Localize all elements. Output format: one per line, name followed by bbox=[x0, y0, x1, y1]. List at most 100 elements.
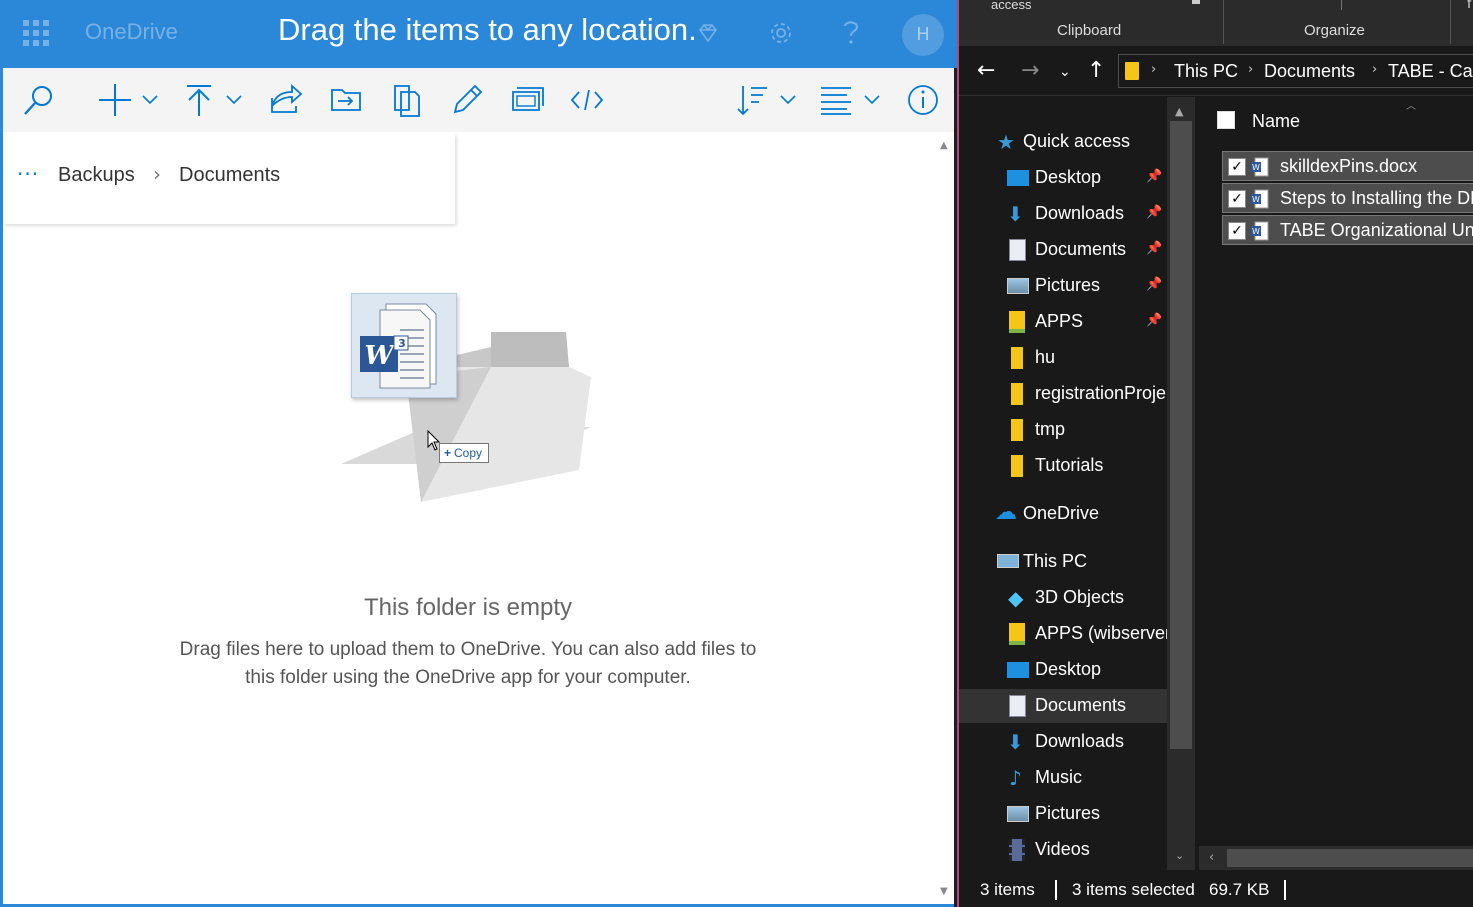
pin-icon[interactable]: 📌 bbox=[1146, 277, 1162, 292]
tree-item-music[interactable]: ♪ Music bbox=[959, 761, 1167, 795]
scroll-left-arrow[interactable]: ‹ bbox=[1209, 850, 1214, 865]
view-options-button[interactable] bbox=[819, 82, 885, 118]
embed-slideshow-button[interactable] bbox=[509, 82, 545, 118]
breadcrumb-chevron-icon: › bbox=[153, 162, 161, 186]
help-icon[interactable] bbox=[841, 18, 861, 46]
file-row[interactable]: ✓ W skilldexPins.docx bbox=[1222, 151, 1473, 181]
up-arrow-icon[interactable]: ↑ bbox=[1087, 58, 1105, 83]
scroll-up-arrow[interactable]: ▲ bbox=[940, 140, 948, 151]
status-divider bbox=[1055, 880, 1057, 900]
scroll-down-arrow[interactable]: ▼ bbox=[940, 886, 948, 897]
tree-item-downloads-pc[interactable]: ⬇ Downloads bbox=[959, 725, 1167, 759]
file-checkbox[interactable]: ✓ bbox=[1228, 190, 1246, 208]
address-separator-icon[interactable]: › bbox=[1248, 62, 1253, 77]
ribbon-dropdown-icon[interactable] bbox=[1192, 0, 1200, 4]
new-button[interactable] bbox=[97, 82, 163, 118]
app-launcher-icon[interactable] bbox=[23, 20, 49, 46]
document-icon bbox=[1009, 695, 1026, 717]
word-file-icon: W bbox=[1251, 157, 1269, 177]
info-button[interactable] bbox=[906, 82, 942, 118]
tree-item-desktop-pc[interactable]: Desktop bbox=[959, 653, 1167, 687]
tree-item-pictures-quick[interactable]: Pictures 📌 bbox=[959, 269, 1167, 303]
settings-gear-icon[interactable] bbox=[768, 20, 794, 46]
address-separator-icon[interactable]: › bbox=[1151, 62, 1156, 77]
file-checkbox[interactable]: ✓ bbox=[1228, 158, 1246, 176]
tree-label: Pictures bbox=[1035, 275, 1101, 295]
cloud-icon: ☁ bbox=[995, 500, 1017, 525]
tree-item-3d-objects[interactable]: ◆ 3D Objects bbox=[959, 581, 1167, 615]
file-row[interactable]: ✓ W Steps to Installing the DF bbox=[1222, 183, 1473, 213]
breadcrumb-overflow-button[interactable]: ··· bbox=[17, 162, 39, 186]
user-avatar[interactable]: H bbox=[902, 14, 944, 56]
address-bar[interactable]: › This PC › Documents › TABE - Care bbox=[1118, 54, 1473, 88]
copy-to-button[interactable] bbox=[389, 82, 425, 118]
address-crumb-this-pc[interactable]: This PC bbox=[1174, 61, 1238, 82]
tree-label: hu bbox=[1035, 347, 1056, 367]
pin-icon[interactable]: 📌 bbox=[1146, 313, 1162, 328]
premium-diamond-icon[interactable] bbox=[697, 22, 719, 44]
ribbon-truncated-label[interactable]: f bbox=[1467, 0, 1472, 12]
rename-button[interactable] bbox=[449, 82, 485, 118]
tree-item-downloads[interactable]: ⬇ Downloads 📌 bbox=[959, 197, 1167, 231]
file-name: skilldexPins.docx bbox=[1280, 156, 1418, 176]
tree-item-documents-quick[interactable]: Documents 📌 bbox=[959, 233, 1167, 267]
embed-slideshow-icon bbox=[512, 87, 544, 111]
upload-button[interactable] bbox=[183, 82, 249, 118]
tree-onedrive[interactable]: ☁ OneDrive bbox=[959, 497, 1167, 531]
tree-item-videos[interactable]: Videos bbox=[959, 833, 1167, 867]
onedrive-brand[interactable]: OneDrive bbox=[85, 19, 178, 45]
tree-item-apps[interactable]: APPS 📌 bbox=[959, 305, 1167, 339]
tree-item-registration[interactable]: registrationProje bbox=[959, 377, 1167, 411]
tree-item-desktop[interactable]: Desktop 📌 bbox=[959, 161, 1167, 195]
tree-label: tmp bbox=[1035, 419, 1066, 439]
file-row[interactable]: ✓ W TABE Organizational Unit bbox=[1222, 215, 1473, 245]
desktop-icon bbox=[1007, 662, 1029, 678]
drag-count-badge: 3 bbox=[398, 337, 406, 350]
word-file-icon: W bbox=[1251, 189, 1269, 209]
breadcrumb: ··· Backups › Documents bbox=[3, 134, 455, 224]
tree-item-apps-server[interactable]: APPS (wibserver2 bbox=[959, 617, 1167, 651]
word-file-icon: W bbox=[1251, 221, 1269, 241]
scrollbar-thumb[interactable] bbox=[1170, 121, 1192, 749]
back-arrow-icon[interactable]: ← bbox=[977, 58, 995, 83]
selection-size: 69.7 KB bbox=[1209, 880, 1270, 899]
tree-quick-access[interactable]: ★ Quick access bbox=[959, 125, 1167, 159]
ribbon: access Clipboard Organize f bbox=[959, 0, 1473, 46]
file-list: ︿ Name ✓ W skilldexPins.docx ✓ W Steps t… bbox=[1199, 97, 1473, 870]
onedrive-header: OneDrive Drag the items to any location.… bbox=[3, 0, 957, 68]
move-to-button[interactable] bbox=[328, 82, 364, 118]
address-separator-icon[interactable]: › bbox=[1372, 62, 1377, 77]
share-button[interactable] bbox=[268, 82, 304, 118]
scrollbar-thumb[interactable] bbox=[1227, 849, 1473, 867]
select-all-checkbox[interactable] bbox=[1217, 111, 1235, 129]
tree-item-documents-pc[interactable]: Documents bbox=[959, 689, 1167, 723]
address-crumb-tabe[interactable]: TABE - Care bbox=[1388, 61, 1473, 82]
pin-icon[interactable]: 📌 bbox=[1146, 169, 1162, 184]
embed-code-button[interactable] bbox=[569, 82, 605, 118]
address-crumb-documents[interactable]: Documents bbox=[1264, 61, 1355, 82]
file-explorer-window: access Clipboard Organize f ← → ⌄ ↑ › Th… bbox=[957, 0, 1473, 907]
pictures-icon bbox=[1007, 278, 1029, 294]
scroll-up-arrow[interactable]: ▲ bbox=[1175, 105, 1183, 118]
search-button[interactable] bbox=[21, 82, 57, 118]
file-list-horizontal-scrollbar[interactable]: ‹ bbox=[1199, 846, 1473, 870]
scroll-down-arrow[interactable]: ⌄ bbox=[1175, 849, 1184, 862]
pin-icon[interactable]: 📌 bbox=[1146, 241, 1162, 256]
tree-item-pictures-pc[interactable]: Pictures bbox=[959, 797, 1167, 831]
forward-arrow-icon[interactable]: → bbox=[1021, 58, 1039, 83]
drag-copy-tooltip: + Copy bbox=[439, 443, 490, 463]
pin-icon[interactable]: 📌 bbox=[1146, 205, 1162, 220]
tree-item-tutorials[interactable]: Tutorials bbox=[959, 449, 1167, 483]
tree-item-tmp[interactable]: tmp bbox=[959, 413, 1167, 447]
file-checkbox[interactable]: ✓ bbox=[1228, 222, 1246, 240]
tree-item-hu[interactable]: hu bbox=[959, 341, 1167, 375]
desktop-icon bbox=[1007, 170, 1029, 186]
new-icon bbox=[99, 84, 158, 116]
breadcrumb-item-backups[interactable]: Backups bbox=[58, 164, 135, 187]
recent-locations-chevron-icon[interactable]: ⌄ bbox=[1059, 64, 1071, 80]
ribbon-access-label[interactable]: access bbox=[991, 0, 1031, 12]
sort-button[interactable] bbox=[735, 82, 801, 118]
navigation-pane-scrollbar[interactable]: ▲ ⌄ bbox=[1167, 97, 1195, 870]
tree-this-pc[interactable]: This PC bbox=[959, 545, 1167, 579]
column-header-name[interactable]: Name bbox=[1252, 111, 1300, 132]
